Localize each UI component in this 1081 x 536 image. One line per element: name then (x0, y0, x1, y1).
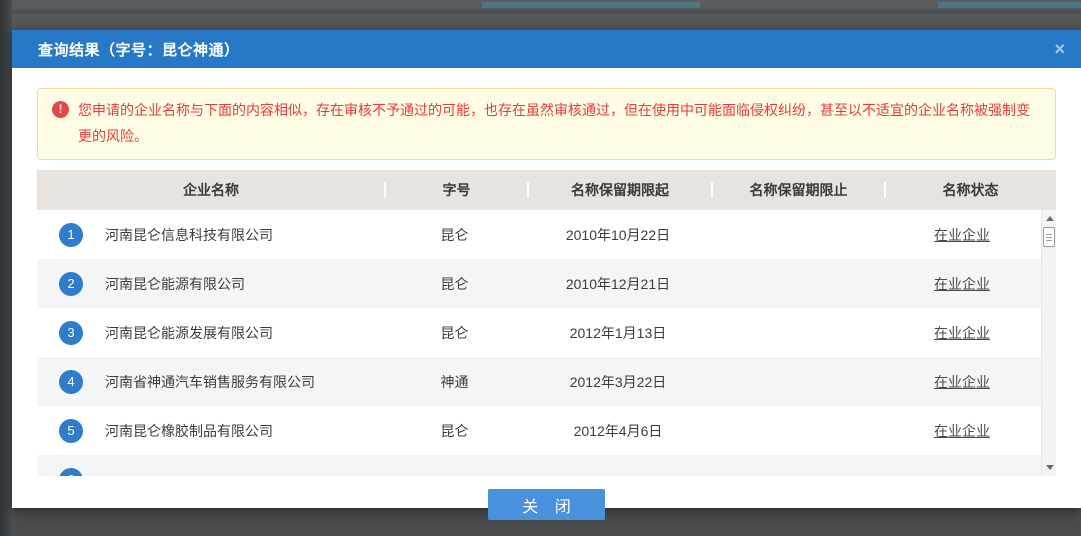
column-header-company-name: 企业名称 (37, 180, 385, 200)
cell-company-name: 河南昆仑橡胶制品有限公司 (105, 421, 383, 441)
column-header-name-status: 名称状态 (885, 180, 1056, 200)
column-header-reserve-end: 名称保留期限止 (712, 180, 885, 200)
table-row: 3 河南昆仑能源发展有限公司 昆仑 2012年1月13日 在业企业 (37, 308, 1041, 357)
row-number-badge: 1 (59, 223, 83, 247)
cell-name-status: 在业企业 (883, 372, 1041, 392)
table-row: 4 河南省神通汽车销售服务有限公司 神通 2012年3月22日 在业企业 (37, 357, 1041, 406)
cell-reserve-start: 2012年4月6日 (526, 421, 710, 441)
cell-name-status: 在业企业 (883, 421, 1041, 441)
close-button[interactable]: 关 闭 (488, 489, 605, 520)
row-number-badge: 3 (59, 321, 83, 345)
status-link[interactable]: 在业企业 (934, 374, 990, 390)
cell-trade-name: 神通 (383, 372, 526, 392)
result-table: 企业名称 字号 名称保留期限起 名称保留期限止 名称状态 1 河南昆仑信息科技有… (37, 170, 1056, 476)
cell-trade-name: 昆仑 (383, 225, 526, 245)
table-row: 2 河南昆仑能源有限公司 昆仑 2010年12月21日 在业企业 (37, 259, 1041, 308)
cell-company-name: 河南昆仑信息科技有限公司 (105, 225, 383, 245)
status-link[interactable]: 在业企业 (934, 423, 990, 439)
row-number-badge: 4 (59, 370, 83, 394)
row-number-badge: 5 (59, 419, 83, 443)
warning-banner: ! 您申请的企业名称与下面的内容相似，存在审核不予通过的可能，也存在虽然审核通过… (37, 88, 1056, 160)
table-body: 1 河南昆仑信息科技有限公司 昆仑 2010年10月22日 在业企业 2 河南昆… (37, 210, 1056, 476)
background-text-fragment (938, 2, 1081, 8)
cell-company-name: 河南省神通汽车销售服务有限公司 (105, 372, 383, 392)
modal-title: 查询结果（字号：昆仑神通） (38, 39, 240, 60)
background-text-fragment (482, 2, 700, 8)
cell-name-status: 在业企业 (883, 323, 1041, 343)
close-icon[interactable]: × (1054, 40, 1065, 58)
dimmed-background-left (0, 0, 12, 536)
triangle-down-icon (1046, 465, 1054, 470)
scroll-up-button[interactable] (1042, 211, 1056, 226)
cell-company-name: 河南昆仑能源有限公司 (105, 274, 383, 294)
column-header-trade-name: 字号 (385, 180, 528, 200)
cell-reserve-start: 2012年1月13日 (526, 323, 710, 343)
cell-name-status: 在业企业 (883, 225, 1041, 245)
dimmed-background-top (0, 0, 1081, 30)
status-link[interactable]: 在业企业 (934, 227, 990, 243)
table-header-row: 企业名称 字号 名称保留期限起 名称保留期限止 名称状态 (37, 170, 1056, 210)
cell-reserve-start: 2010年12月21日 (526, 274, 710, 294)
column-header-reserve-start: 名称保留期限起 (528, 180, 712, 200)
modal-body: ! 您申请的企业名称与下面的内容相似，存在审核不予通过的可能，也存在虽然审核通过… (12, 68, 1081, 520)
cell-reserve-start: 2012年3月22日 (526, 372, 710, 392)
cell-reserve-start: 2010年10月22日 (526, 225, 710, 245)
triangle-up-icon (1046, 216, 1054, 221)
warning-icon: ! (52, 101, 69, 118)
warning-text: 您申请的企业名称与下面的内容相似，存在审核不予通过的可能，也存在虽然审核通过，但… (78, 102, 1030, 144)
cell-trade-name: 昆仑 (383, 421, 526, 441)
modal-header: 查询结果（字号：昆仑神通） × (12, 30, 1081, 68)
cell-name-status: 在业企业 (883, 274, 1041, 294)
background-page-divider (0, 9, 1081, 14)
scroll-down-button[interactable] (1042, 460, 1056, 475)
vertical-scrollbar[interactable] (1041, 210, 1056, 476)
status-link[interactable]: 在业企业 (934, 325, 990, 341)
cell-trade-name: 昆仑 (383, 323, 526, 343)
table-row: 1 河南昆仑信息科技有限公司 昆仑 2010年10月22日 在业企业 (37, 210, 1041, 259)
status-link[interactable]: 在业企业 (934, 276, 990, 292)
cell-trade-name: 昆仑 (383, 274, 526, 294)
scrollbar-thumb[interactable] (1043, 227, 1055, 247)
table-row: 5 河南昆仑橡胶制品有限公司 昆仑 2012年4月6日 在业企业 (37, 406, 1041, 455)
row-number-badge: 2 (59, 272, 83, 296)
table-row: 6 (37, 455, 1041, 476)
modal-footer: 关 闭 (37, 489, 1056, 520)
cell-company-name: 河南昆仑能源发展有限公司 (105, 323, 383, 343)
row-number-badge: 6 (59, 468, 83, 477)
query-result-modal: 查询结果（字号：昆仑神通） × ! 您申请的企业名称与下面的内容相似，存在审核不… (12, 30, 1081, 508)
